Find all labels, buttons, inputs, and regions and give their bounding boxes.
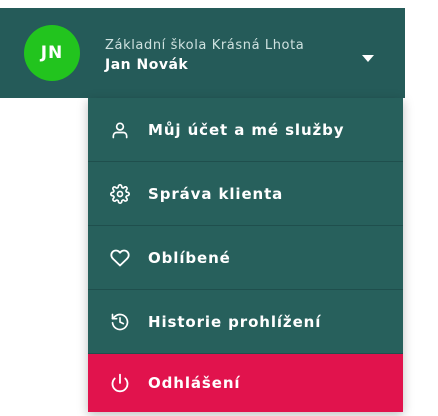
user-icon — [110, 120, 130, 140]
menu-item-label: Správa klienta — [148, 184, 284, 203]
user-name[interactable]: Jan Novák — [105, 57, 188, 73]
avatar[interactable]: JN — [24, 25, 80, 81]
menu-item-logout[interactable]: Odhlášení — [88, 354, 403, 412]
menu-item-browsing-history[interactable]: Historie prohlížení — [88, 290, 403, 354]
power-icon — [110, 373, 130, 393]
history-icon — [110, 312, 130, 332]
organization-name: Základní škola Krásná Lhota — [105, 38, 305, 53]
account-dropdown-menu: Můj účet a mé služby Správa klienta Oblí… — [88, 98, 403, 412]
menu-item-label: Historie prohlížení — [148, 312, 322, 331]
menu-item-client-management[interactable]: Správa klienta — [88, 162, 403, 226]
menu-item-my-account[interactable]: Můj účet a mé služby — [88, 98, 403, 162]
menu-item-label: Oblíbené — [148, 248, 231, 267]
menu-item-label: Odhlášení — [148, 374, 241, 392]
account-header: JN Základní škola Krásná Lhota Jan Novák — [0, 8, 405, 98]
menu-item-favorites[interactable]: Oblíbené — [88, 226, 403, 290]
chevron-down-icon[interactable] — [362, 55, 374, 62]
gear-icon — [110, 183, 130, 204]
heart-icon — [110, 248, 130, 268]
menu-item-label: Můj účet a mé služby — [148, 120, 345, 139]
